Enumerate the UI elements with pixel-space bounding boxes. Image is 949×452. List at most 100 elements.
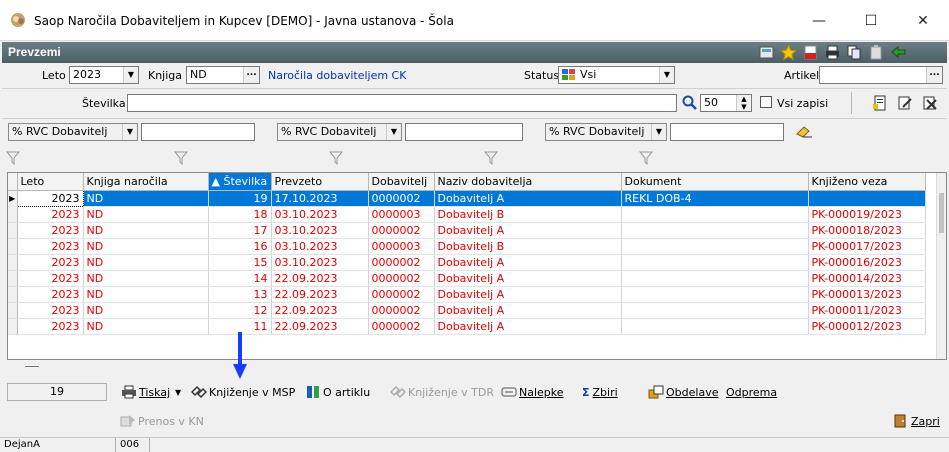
limit-stepper[interactable]: 50 ▲ ▼ bbox=[700, 94, 752, 112]
cell-stevilka: 18 bbox=[208, 206, 272, 223]
row-indicator[interactable] bbox=[8, 286, 18, 303]
filter-icon[interactable] bbox=[329, 151, 343, 165]
table-row[interactable]: 2023 ND 11 22.09.2023 0000002 Dobavitelj A PK-… bbox=[8, 318, 926, 335]
ellipsis-icon[interactable]: ... bbox=[243, 67, 259, 83]
col-prevzeto[interactable]: Prevzeto bbox=[271, 173, 369, 191]
knjizenje-tdr-button[interactable]: Knjiženje v TDR bbox=[390, 384, 494, 401]
rvc3-select[interactable]: % RVC Dobavitelj ▼ bbox=[545, 123, 667, 141]
vertical-scrollbar[interactable] bbox=[936, 173, 946, 359]
status-user: DejanA bbox=[0, 438, 116, 452]
rvc3-input[interactable] bbox=[670, 123, 784, 141]
col-knjiga[interactable]: Knjiga naročila bbox=[83, 173, 209, 191]
collapse-icon[interactable] bbox=[25, 366, 39, 367]
table-row[interactable]: 2023 ND 13 22.09.2023 0000002 Dobavitelj A PK-… bbox=[8, 286, 926, 303]
rvc2-input[interactable] bbox=[405, 123, 523, 141]
table-row[interactable]: 2023 ND 15 03.10.2023 0000002 Dobavitelj A PK-… bbox=[8, 254, 926, 271]
odprema-button[interactable]: Odprema bbox=[726, 384, 777, 401]
tiskaj-dropdown[interactable]: ▼ bbox=[175, 384, 181, 401]
status-value: Vsi bbox=[580, 68, 597, 81]
zbiri-button[interactable]: Σ Zbiri bbox=[582, 384, 618, 401]
status-select[interactable]: Vsi ▼ bbox=[558, 66, 675, 84]
prenos-kn-button[interactable]: Prenos v KN bbox=[120, 413, 204, 430]
row-indicator[interactable] bbox=[8, 222, 18, 239]
table-row[interactable]: 2023 ND 17 03.10.2023 0000002 Dobavitelj A PK-… bbox=[8, 222, 926, 239]
cell-knjiga: ND bbox=[83, 270, 209, 287]
col-naziv[interactable]: Naziv dobavitelja bbox=[434, 173, 622, 191]
vsi-zapisi-checkbox[interactable] bbox=[760, 96, 772, 108]
row-indicator[interactable]: ▶ bbox=[8, 190, 18, 207]
exit-icon[interactable] bbox=[890, 44, 907, 61]
star-icon[interactable] bbox=[780, 44, 797, 61]
chevron-down-icon[interactable]: ▼ bbox=[651, 124, 666, 140]
edit-doc-icon[interactable] bbox=[897, 95, 913, 111]
row-indicator[interactable] bbox=[8, 254, 18, 271]
cell-dokument bbox=[621, 206, 809, 223]
table-row[interactable]: 2023 ND 14 22.09.2023 0000002 Dobavitelj A PK-… bbox=[8, 270, 926, 287]
filter-icon[interactable] bbox=[6, 151, 20, 165]
chevron-down-icon[interactable]: ▼ bbox=[659, 67, 674, 83]
ellipsis-icon[interactable]: ... bbox=[926, 67, 942, 83]
row-indicator[interactable] bbox=[8, 318, 18, 335]
obdelave-button[interactable]: Obdelave bbox=[648, 384, 718, 401]
cell-naziv: Dobavitelj A bbox=[434, 270, 622, 287]
cell-leto: 2023 bbox=[17, 222, 84, 239]
delete-doc-icon[interactable] bbox=[922, 95, 938, 111]
article-icon bbox=[307, 386, 319, 398]
pdf-icon[interactable] bbox=[802, 44, 819, 61]
cell-prevzeto: 22.09.2023 bbox=[271, 318, 369, 335]
chevron-down-icon[interactable]: ▼ bbox=[123, 67, 138, 83]
print-icon[interactable] bbox=[824, 44, 841, 61]
col-dokument[interactable]: Dokument bbox=[621, 173, 809, 191]
col-stevilka[interactable]: ▲ Številka bbox=[208, 173, 272, 191]
row-indicator-header bbox=[8, 173, 18, 191]
filter-icon[interactable] bbox=[639, 151, 653, 165]
cell-stevilka: 14 bbox=[208, 270, 272, 287]
artikel-label: Artikel bbox=[784, 69, 820, 82]
stepper-icon[interactable]: ▲ ▼ bbox=[736, 95, 751, 111]
chevron-down-icon[interactable]: ▼ bbox=[122, 124, 137, 140]
row-indicator[interactable] bbox=[8, 206, 18, 223]
col-veza[interactable]: Knjiženo veza bbox=[808, 173, 926, 191]
minimize-button[interactable]: — bbox=[796, 8, 842, 34]
maximize-button[interactable]: ☐ bbox=[848, 8, 894, 34]
eraser-icon[interactable] bbox=[795, 125, 813, 139]
cell-naziv: Dobavitelj A bbox=[434, 254, 622, 271]
knjizenje-msp-button[interactable]: Knjiženje v MSP bbox=[191, 384, 295, 401]
cell-stevilka: 16 bbox=[208, 238, 272, 255]
rvc1-input[interactable] bbox=[141, 123, 255, 141]
row-indicator[interactable] bbox=[8, 238, 18, 255]
search-icon[interactable] bbox=[682, 95, 698, 111]
copy-icon[interactable] bbox=[846, 44, 863, 61]
nalepke-button[interactable]: Nalepke bbox=[501, 384, 564, 401]
stevilka-input[interactable] bbox=[127, 94, 677, 112]
table-row[interactable]: ▶ 2023 ND 19 17.10.2023 0000002 Dobavitelj A RE… bbox=[8, 189, 926, 207]
calculator-icon[interactable] bbox=[758, 44, 775, 61]
scrollbar-thumb[interactable] bbox=[939, 193, 944, 233]
rvc2-select[interactable]: % RVC Dobavitelj ▼ bbox=[277, 123, 402, 141]
table-row[interactable]: 2023 ND 12 22.09.2023 0000002 Dobavitelj A PK-… bbox=[8, 302, 926, 319]
cell-stevilka: 15 bbox=[208, 254, 272, 271]
row-indicator[interactable] bbox=[8, 270, 18, 287]
paste-icon[interactable] bbox=[868, 44, 885, 61]
row-indicator[interactable] bbox=[8, 302, 18, 319]
rvc1-select[interactable]: % RVC Dobavitelj ▼ bbox=[8, 123, 138, 141]
table-row[interactable]: 2023 ND 18 03.10.2023 0000003 Dobavitelj B PK-… bbox=[8, 206, 926, 223]
table-row[interactable]: 2023 ND 16 03.10.2023 0000003 Dobavitelj B PK-… bbox=[8, 238, 926, 255]
artikel-field[interactable]: ... bbox=[819, 66, 943, 84]
title-bar: Saop Naročila Dobaviteljem in Kupcev [DE… bbox=[0, 0, 949, 41]
data-grid[interactable]: Leto Knjiga naročila ▲ Številka Prevzeto… bbox=[7, 172, 947, 360]
cell-stevilka: 17 bbox=[208, 222, 272, 239]
filter-icon[interactable] bbox=[484, 151, 498, 165]
cell-prevzeto: 03.10.2023 bbox=[271, 254, 369, 271]
filter-icon[interactable] bbox=[174, 151, 188, 165]
tiskaj-button[interactable]: Tiskaj bbox=[121, 384, 170, 401]
zapri-button[interactable]: Zapri bbox=[893, 413, 940, 430]
knjiga-field[interactable]: ND ... bbox=[186, 66, 260, 84]
col-dobavitelj[interactable]: Dobavitelj bbox=[368, 173, 435, 191]
col-leto[interactable]: Leto bbox=[17, 173, 84, 191]
leto-select[interactable]: 2023 ▼ bbox=[69, 66, 139, 84]
o-artiklu-button[interactable]: O artiklu bbox=[305, 384, 370, 401]
close-button[interactable]: ✕ bbox=[900, 8, 946, 34]
chevron-down-icon[interactable]: ▼ bbox=[386, 124, 401, 140]
new-doc-icon[interactable] bbox=[872, 95, 888, 111]
